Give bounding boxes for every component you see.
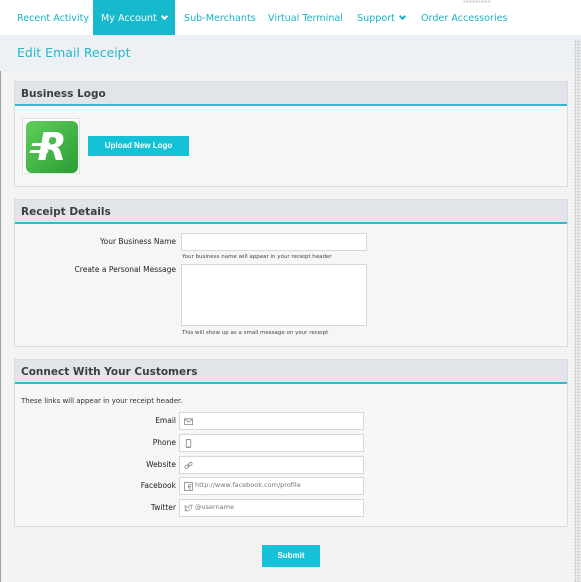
twitter-label: Twitter (150, 503, 176, 512)
twitter-placeholder: @username (195, 503, 234, 511)
logo-letter: R (37, 125, 67, 169)
website-input[interactable] (179, 456, 364, 474)
connect-heading: Connect With Your Customers (15, 360, 567, 384)
personal-message-textarea[interactable] (181, 264, 367, 326)
twitter-input[interactable]: @username (179, 499, 364, 517)
receipt-details-heading: Receipt Details (15, 200, 567, 224)
phone-icon (185, 439, 192, 448)
nav-support[interactable]: Support (357, 0, 406, 35)
link-icon (184, 461, 193, 470)
facebook-placeholder: http://www.facebook.com/profile (195, 481, 301, 489)
scroll-strip (574, 40, 581, 582)
business-name-input[interactable] (181, 233, 367, 251)
top-nav: Recent Activity My Account Sub-Merchants… (0, 0, 581, 35)
decorative-dots (463, 0, 491, 3)
chevron-down-icon (398, 12, 406, 21)
envelope-icon (184, 418, 193, 426)
submit-button[interactable]: Submit (262, 545, 320, 567)
facebook-input[interactable]: http://www.facebook.com/profile (179, 477, 364, 495)
business-logo-heading: Business Logo (15, 82, 567, 106)
personal-message-hint: This will show up as a small message on … (182, 330, 329, 336)
nav-recent-activity[interactable]: Recent Activity (17, 0, 89, 35)
facebook-icon (184, 482, 193, 491)
page-title: Edit Email Receipt (17, 45, 131, 60)
phone-input[interactable] (179, 434, 364, 452)
twitter-icon (184, 504, 193, 512)
nav-support-label: Support (357, 13, 395, 24)
nav-my-account[interactable]: My Account (93, 0, 175, 35)
business-logo-panel: Business Logo (14, 81, 568, 187)
page-header: Edit Email Receipt (0, 35, 581, 71)
chevron-down-icon (160, 12, 168, 21)
nav-virtual-terminal[interactable]: Virtual Terminal (268, 0, 343, 35)
business-name-hint: Your business name will appear in your r… (182, 254, 332, 260)
phone-label: Phone (152, 438, 176, 447)
personal-message-label: Create a Personal Message (74, 265, 176, 274)
website-label: Website (146, 460, 176, 469)
nav-my-account-label: My Account (101, 13, 157, 24)
nav-sub-merchants[interactable]: Sub-Merchants (184, 0, 256, 35)
email-input[interactable] (179, 412, 364, 430)
business-name-label: Your Business Name (100, 237, 176, 246)
nav-order-accessories[interactable]: Order Accessories (421, 0, 508, 35)
email-label: Email (155, 416, 176, 425)
green-r-logo-icon: R (26, 121, 78, 173)
left-border (0, 71, 1, 582)
connect-intro: These links will appear in your receipt … (21, 397, 183, 405)
business-logo-image: R (22, 118, 80, 174)
upload-logo-button[interactable]: Upload New Logo (88, 136, 189, 156)
facebook-label: Facebook (140, 481, 176, 490)
